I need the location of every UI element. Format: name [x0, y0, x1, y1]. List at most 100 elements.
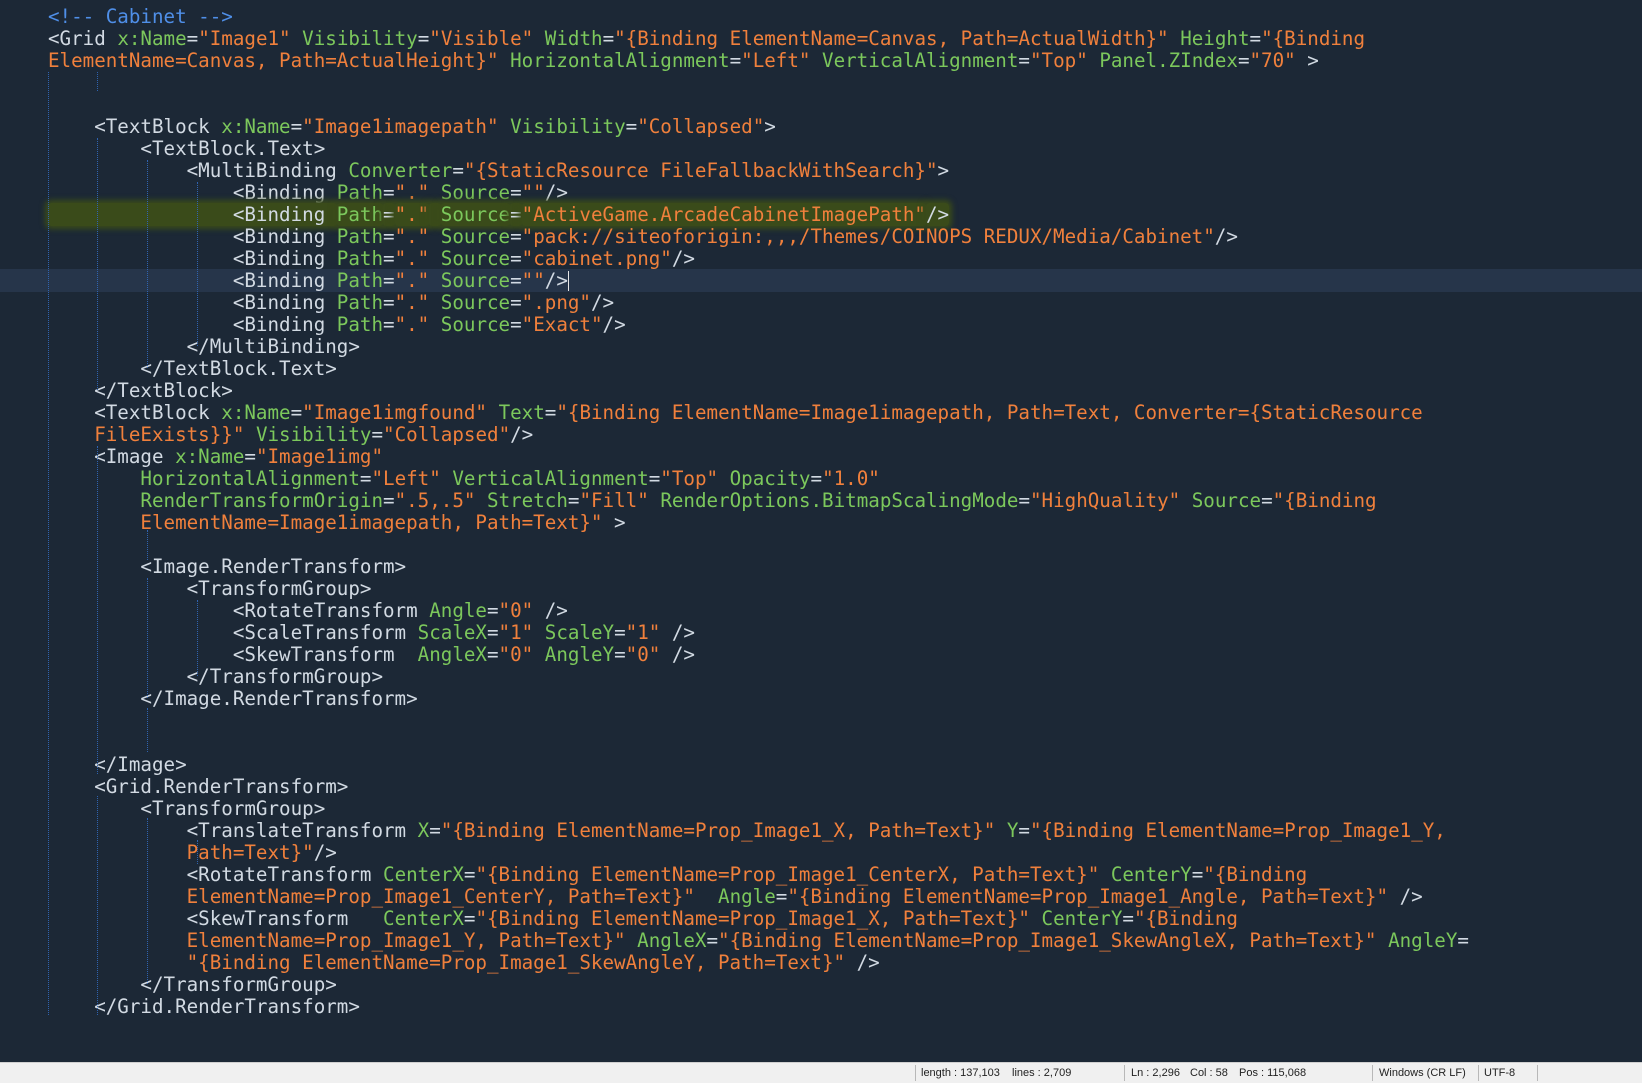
indent-guide [147, 578, 148, 698]
status-encoding[interactable]: UTF-8 [1484, 1063, 1515, 1083]
code-token-tag: </TextBlock.Text> [48, 357, 337, 380]
indent-guide [147, 708, 148, 752]
code-line[interactable]: </TransformGroup> [48, 973, 336, 996]
code-token-value: "{Binding ElementName=Canvas, Path=Actua… [614, 27, 1169, 50]
code-token-attribute: AngleX [417, 643, 487, 666]
code-token-tag [533, 27, 545, 50]
code-token-attribute: x:Name [175, 445, 245, 468]
code-line[interactable]: </MultiBinding> [48, 335, 360, 358]
code-token-value: "Exact" [521, 313, 603, 336]
code-line[interactable]: <ScaleTransform ScaleX="1" ScaleY="1" /> [48, 621, 695, 644]
code-line[interactable]: Path=Text}"/> [48, 841, 337, 864]
code-line[interactable]: </TextBlock> [48, 379, 233, 402]
code-line[interactable]: <Binding Path="." Source="pack://siteofo… [48, 225, 1238, 248]
code-line[interactable]: <!-- Cabinet --> [48, 5, 233, 28]
code-token-tag: = [1122, 907, 1134, 930]
code-line[interactable]: <Image.RenderTransform> [48, 555, 406, 578]
status-column: Col : 58 [1190, 1067, 1228, 1079]
code-line[interactable]: FileExists}}" Visibility="Collapsed"/> [48, 423, 533, 446]
code-line[interactable]: </Grid.RenderTransform> [48, 995, 360, 1018]
code-token-tag [718, 467, 730, 490]
code-token-attribute: Source [440, 269, 511, 292]
code-token-tag: </TextBlock> [48, 379, 233, 402]
code-line[interactable]: RenderTransformOrigin=".5,.5" Stretch="F… [48, 489, 1376, 512]
code-line[interactable]: <Grid x:Name="Image1" Visibility="Visibl… [48, 27, 1365, 50]
code-line[interactable]: </TransformGroup> [48, 665, 383, 688]
code-line[interactable]: <SkewTransform CenterX="{Binding Element… [48, 907, 1238, 930]
code-line[interactable]: ElementName=Prop_Image1_CenterY, Path=Te… [48, 885, 1423, 908]
code-line[interactable]: <Image x:Name="Image1img" [48, 445, 383, 468]
code-line[interactable]: ElementName=Image1imagepath, Path=Text}"… [48, 511, 625, 534]
code-token-value: "Image1" [198, 27, 291, 50]
code-line[interactable]: <TranslateTransform X="{Binding ElementN… [48, 819, 1446, 842]
code-token-attribute: AngleY [544, 643, 615, 666]
code-token-tag: <TransformGroup> [48, 797, 326, 820]
code-line[interactable]: <Binding Path="." Source="Exact"/> [48, 313, 626, 336]
code-token-tag: = [417, 27, 430, 50]
code-token-value: "" [521, 181, 545, 204]
code-token-tag [429, 225, 441, 248]
highlighted-token: Source [440, 203, 511, 226]
code-token-tag [429, 291, 441, 314]
code-token-attribute: Height [1180, 27, 1250, 50]
code-line[interactable]: <TextBlock x:Name="Image1imgfound" Text=… [48, 401, 1423, 424]
code-token-value: "1.0" [822, 467, 880, 490]
status-bar: length : 137,103 lines : 2,709 Ln : 2,29… [0, 1062, 1642, 1083]
status-eol-format[interactable]: Windows (CR LF) [1379, 1063, 1466, 1083]
code-line[interactable]: </Image> [48, 753, 186, 776]
indent-guide [97, 138, 98, 390]
code-token-tag [1180, 489, 1192, 512]
code-line[interactable]: <Grid.RenderTransform> [48, 775, 348, 798]
code-token-tag: <TextBlock [48, 115, 222, 138]
code-line[interactable]: <Binding Path="." Source=""/> [48, 181, 568, 204]
code-line[interactable]: </TextBlock.Text> [48, 357, 337, 380]
highlighted-token: "ActiveGame.ArcadeCabinetImagePath" [521, 203, 926, 226]
code-line[interactable]: <MultiBinding Converter="{StaticResource… [48, 159, 949, 182]
code-token-attribute: Stretch [487, 489, 568, 512]
code-token-value: "{Binding ElementName=Prop_Image1_SkewAn… [718, 929, 1377, 952]
code-token-tag: /> [602, 313, 626, 336]
code-token-tag: = [244, 445, 256, 468]
code-token-tag [429, 269, 441, 292]
code-line[interactable]: ElementName=Canvas, Path=ActualHeight}" … [48, 49, 1319, 72]
code-token-tag [429, 181, 441, 204]
code-token-tag: <Binding [48, 181, 337, 204]
code-token-attribute: Text [498, 401, 545, 424]
code-line[interactable]: <TextBlock.Text> [48, 137, 325, 160]
code-token-attribute: Path [336, 291, 384, 314]
highlighted-token: Path [336, 203, 384, 226]
code-line[interactable]: <Binding Path="." Source="ActiveGame.Arc… [48, 203, 950, 226]
code-token-value: "Top" [1029, 49, 1088, 72]
code-token-tag: /> [544, 181, 568, 204]
code-token-tag: > [764, 115, 776, 138]
code-line[interactable]: HorizontalAlignment="Left" VerticalAlign… [48, 467, 880, 490]
code-line[interactable]: "{Binding ElementName=Prop_Image1_SkewAn… [48, 951, 880, 974]
code-line[interactable]: <TextBlock x:Name="Image1imagepath" Visi… [48, 115, 776, 138]
code-line[interactable]: <Binding Path="." Source="cabinet.png"/> [48, 247, 695, 270]
code-token-attribute: RenderTransformOrigin [48, 489, 384, 512]
code-line[interactable]: <Binding Path="." Source=".png"/> [48, 291, 614, 314]
code-token-value: "." [394, 269, 430, 292]
code-token-attribute: Panel.ZIndex [1099, 49, 1238, 72]
code-token-value: "{Binding ElementName=Prop_Image1_Center… [475, 863, 1100, 886]
code-editor[interactable]: <!-- Cabinet --> <Grid x:Name="Image1" Vi… [0, 0, 1642, 1062]
code-token-tag [499, 49, 511, 72]
indent-guide [197, 600, 198, 676]
code-token-tag: = [359, 467, 372, 490]
code-token-tag: = [486, 621, 499, 644]
code-line[interactable]: ElementName=Prop_Image1_Y, Path=Text}" A… [48, 929, 1469, 952]
code-line[interactable]: <RotateTransform CenterX="{Binding Eleme… [48, 863, 1308, 886]
code-token-attribute: RenderOptions.BitmapScalingMode [660, 489, 1019, 512]
code-line[interactable]: <RotateTransform Angle="0" /> [48, 599, 568, 622]
code-line[interactable]: <SkewTransform AngleX="0" AngleY="0" /> [48, 643, 695, 666]
code-token-tag: = [383, 313, 395, 336]
code-token-tag [291, 27, 303, 50]
code-token-attribute: Width [544, 27, 603, 50]
code-line[interactable]: <TransformGroup> [48, 797, 325, 820]
code-token-tag: /> [1214, 225, 1238, 248]
code-line[interactable]: </Image.RenderTransform> [48, 687, 417, 710]
code-line[interactable]: <Binding Path="." Source=""/> [0, 269, 1642, 292]
code-token-tag: = [186, 27, 199, 50]
code-token-tag: = [1237, 49, 1250, 72]
code-token-tag: = [290, 401, 303, 424]
